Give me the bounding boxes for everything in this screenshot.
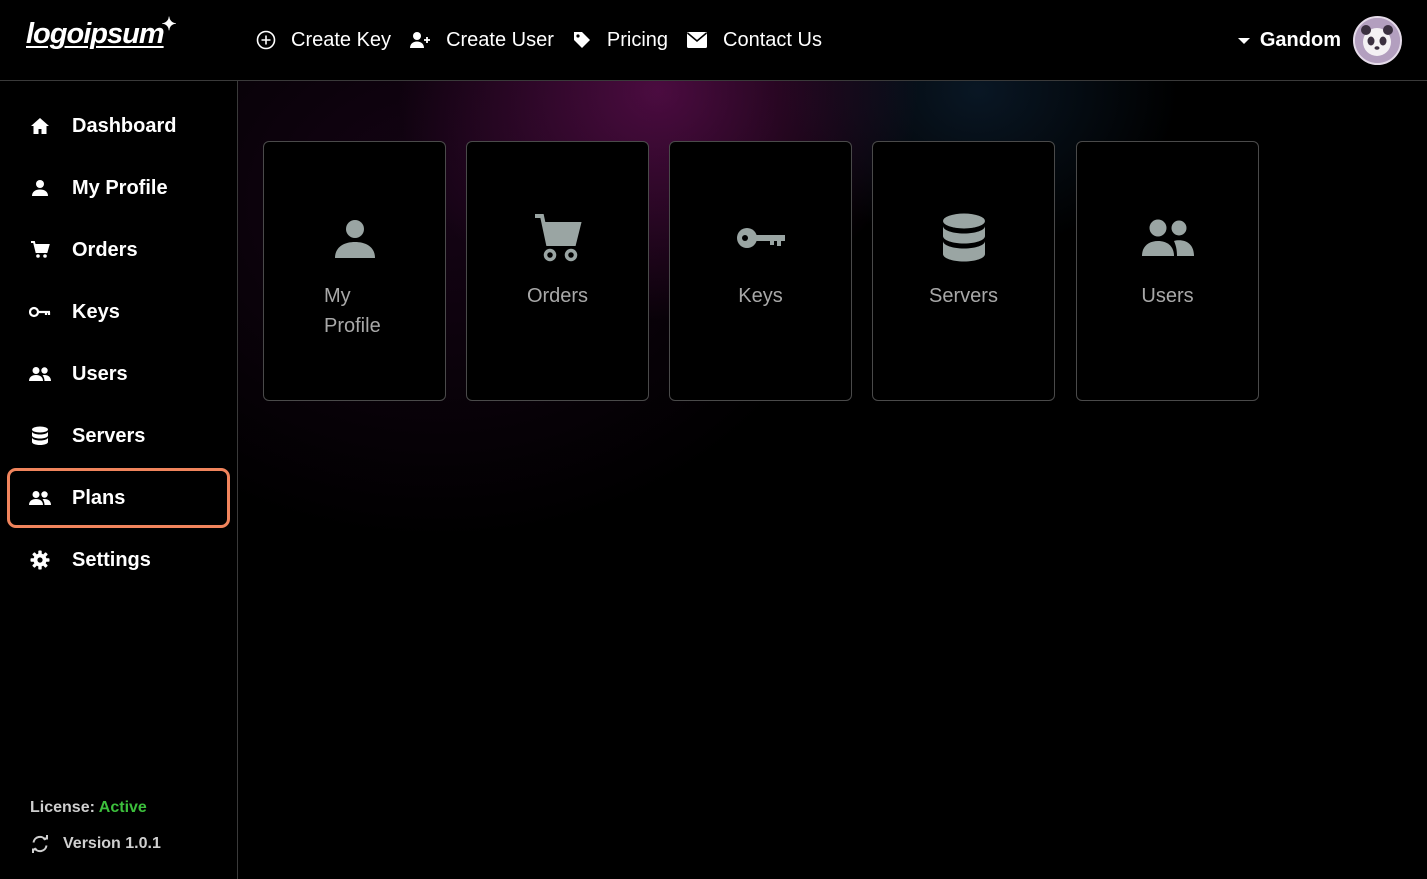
card-label: Keys	[738, 285, 783, 307]
user-icon	[264, 210, 445, 266]
pricing-label: Pricing	[606, 28, 669, 51]
envelope-icon	[687, 32, 708, 48]
license-status: License: Active	[30, 799, 147, 817]
sidebar-item-label: Dashboard	[72, 114, 177, 137]
version-info[interactable]: Version 1.0.1	[30, 835, 161, 853]
gear-icon	[29, 550, 51, 570]
sparkle-icon: ✦	[161, 14, 177, 34]
refresh-icon	[32, 835, 48, 853]
sidebar-item-label: Settings	[72, 548, 151, 571]
key-icon	[29, 306, 51, 318]
sidebar-item-users[interactable]: Users	[7, 344, 230, 404]
user-icon	[29, 179, 51, 197]
panda-avatar-icon	[1355, 18, 1400, 63]
create-user-label: Create User	[446, 28, 554, 51]
sidebar-item-orders[interactable]: Orders	[7, 220, 230, 280]
card-orders[interactable]: Orders	[466, 141, 649, 401]
pricing-link[interactable]: Pricing	[572, 29, 668, 52]
license-label: License:	[30, 799, 95, 816]
card-label-line2: Profile	[324, 315, 381, 337]
sidebar-item-label: Orders	[72, 238, 138, 261]
key-icon	[670, 210, 851, 266]
sidebar: Dashboard My Profile Orders Keys Users S…	[0, 81, 238, 879]
card-servers[interactable]: Servers	[872, 141, 1055, 401]
contact-us-link[interactable]: Contact Us	[686, 29, 822, 52]
sidebar-item-label: Servers	[72, 424, 146, 447]
create-user-link[interactable]: Create User	[409, 29, 554, 52]
sidebar-item-label: Users	[72, 362, 128, 385]
avatar[interactable]	[1353, 16, 1402, 65]
sidebar-item-label: My Profile	[72, 176, 168, 199]
users-icon	[1077, 210, 1258, 266]
create-key-label: Create Key	[291, 28, 392, 51]
card-label: Orders	[526, 285, 589, 307]
license-active-badge: Active	[98, 799, 147, 816]
user-menu[interactable]: Gandom	[1237, 16, 1402, 65]
card-label: Users	[1141, 285, 1194, 307]
database-icon	[29, 426, 51, 446]
top-bar: logoipsum ✦ Create Key Create User Pricin…	[0, 0, 1427, 81]
sidebar-item-plans[interactable]: Plans	[7, 468, 230, 528]
users-icon	[29, 366, 51, 382]
sidebar-item-label: Keys	[72, 300, 120, 323]
logo-text: logoipsum	[26, 18, 165, 50]
sidebar-item-my-profile[interactable]: My Profile	[7, 158, 230, 218]
top-nav: Create Key Create User Pricing Contact U…	[256, 0, 840, 80]
version-text: Version 1.0.1	[63, 835, 161, 852]
cart-icon	[467, 210, 648, 266]
sidebar-item-keys[interactable]: Keys	[7, 282, 230, 342]
users-icon	[29, 490, 51, 506]
contact-us-label: Contact Us	[723, 28, 822, 51]
cart-icon	[29, 241, 51, 259]
sidebar-item-settings[interactable]: Settings	[7, 530, 230, 590]
sidebar-item-servers[interactable]: Servers	[7, 406, 230, 466]
main-content: My Profile Orders Keys Servers Users	[238, 81, 1427, 879]
plus-circle-icon	[256, 30, 276, 50]
logo[interactable]: logoipsum ✦	[26, 14, 177, 51]
tag-icon	[573, 32, 590, 48]
home-icon	[29, 117, 51, 135]
card-users[interactable]: Users	[1076, 141, 1259, 401]
database-icon	[873, 210, 1054, 266]
card-label: My Profile	[324, 281, 394, 341]
card-my-profile[interactable]: My Profile	[263, 141, 446, 401]
sidebar-item-dashboard[interactable]: Dashboard	[7, 96, 230, 156]
create-key-link[interactable]: Create Key	[256, 29, 391, 52]
username: Gandom	[1259, 29, 1341, 51]
card-keys[interactable]: Keys	[669, 141, 852, 401]
card-label-line1: My	[324, 285, 351, 307]
user-plus-icon	[410, 32, 431, 48]
card-label: Servers	[929, 285, 998, 307]
caret-down-icon	[1237, 37, 1250, 44]
sidebar-item-label: Plans	[72, 486, 126, 509]
